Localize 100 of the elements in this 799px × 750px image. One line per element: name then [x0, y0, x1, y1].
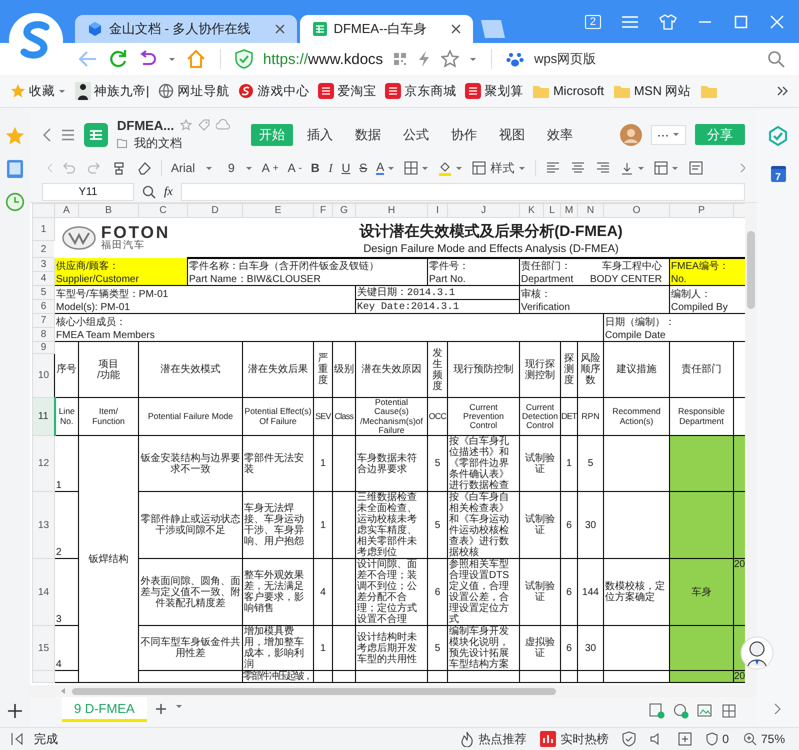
table-cell: 供应商/顾客：: [54, 258, 188, 272]
bookmark[interactable]: Microsoft: [532, 84, 604, 98]
table-header: Recommend Action(s): [604, 398, 670, 436]
column-letter[interactable]: H: [356, 204, 428, 218]
table-cell: 1: [560, 436, 578, 492]
column-letter[interactable]: J: [448, 204, 520, 218]
font-color-button[interactable]: A: [376, 161, 396, 175]
row-number[interactable]: 4: [32, 272, 54, 286]
table-header: 项目 /功能: [78, 342, 138, 398]
bold-button[interactable]: B: [310, 161, 320, 175]
underline-button[interactable]: U: [342, 161, 350, 175]
calendar-icon[interactable]: 7: [770, 166, 786, 182]
table-cell: 按《白车身自相关检查表》和《车身运动件运动校核检查表》进行数据校核: [448, 492, 520, 559]
trending-link[interactable]: 实时热榜: [540, 730, 608, 748]
table-cell: 1: [54, 436, 78, 492]
zoom-level[interactable]: 75%: [742, 732, 785, 746]
table-cell: 6: [560, 558, 578, 626]
document-title: DFMEA...: [117, 118, 174, 132]
row-number[interactable]: 6: [32, 300, 54, 314]
table-cell: 外表面间隙、圆角、面差与定义值不一致、附件装配孔精度差: [138, 558, 242, 626]
bookmark[interactable]: 爱淘宝: [318, 82, 376, 100]
table-header: 潜在失效后果: [242, 342, 314, 398]
table-header: 风险顺序数: [578, 342, 604, 398]
row-number[interactable]: 7: [32, 314, 54, 328]
row-number[interactable]: 9: [32, 342, 54, 354]
bookmark[interactable]: 京东商城: [385, 82, 456, 100]
menu-tab[interactable]: 效率: [539, 124, 582, 146]
hot-topics-link[interactable]: 热点推荐: [460, 730, 526, 748]
table-cell: No.: [670, 272, 745, 286]
url-field[interactable]: https://www.kdocs: [263, 50, 384, 68]
browser-tab[interactable]: 金山文档 - 多人协作在线: [75, 15, 297, 43]
row-number[interactable]: 5: [32, 286, 54, 300]
table-cell: 设计间隙、面差不合理；装调不到位；公差分配不合理；定位方式设置不合理: [356, 558, 428, 626]
table-cell: 不同车型车身钣金件共用性差: [138, 626, 242, 671]
table-cell: 30: [578, 492, 604, 559]
table-cell: 按《白车身孔位描述书》和《零部件边界条件确认表》进行数据检查: [448, 436, 520, 492]
function-label[interactable]: fx: [164, 184, 173, 199]
column-letter[interactable]: P: [670, 204, 734, 218]
column-letter[interactable]: B: [78, 204, 138, 218]
table-header: OCC: [428, 398, 448, 436]
table-cell: 参照相关车型合理设置DTS定义值，合理设置公差，合理设置定位方式: [448, 558, 520, 626]
column-letter[interactable]: K: [520, 204, 544, 218]
column-letter[interactable]: L: [544, 204, 560, 218]
row-number[interactable]: 3: [32, 258, 54, 272]
column-letter[interactable]: I: [428, 204, 448, 218]
more-button[interactable]: ···: [651, 124, 686, 144]
bookmark[interactable]: 网址导航: [158, 82, 230, 100]
column-letter[interactable]: F: [314, 204, 332, 218]
table-header: Current Detection Control: [520, 398, 560, 436]
bookmark[interactable]: 游戏中心: [238, 82, 310, 100]
table-cell: 5: [578, 436, 604, 492]
table-cell: 1: [314, 436, 332, 492]
bookmark[interactable]: 神族九帝|: [75, 82, 150, 100]
blocked-count[interactable]: 0: [706, 732, 729, 746]
row-number[interactable]: 10: [32, 354, 54, 398]
row-number[interactable]: 12: [32, 436, 54, 492]
column-letter[interactable]: O: [604, 204, 670, 218]
italic-button[interactable]: I: [328, 160, 333, 176]
table-cell: 编制车身开发模块化说明，预先设计拓展车型结构方案: [448, 626, 520, 671]
table-header: Line No.: [54, 398, 78, 436]
column-letter[interactable]: E: [242, 204, 314, 218]
bookmark[interactable]: 收藏: [10, 82, 66, 100]
name-box[interactable]: Y11: [42, 182, 134, 200]
row-number[interactable]: 11: [32, 398, 54, 436]
column-letter[interactable]: G: [332, 204, 356, 218]
table-cell: 关键日期：2014.3.1: [356, 286, 520, 300]
table-cell: 6: [560, 626, 578, 671]
folder-link[interactable]: 我的文档: [134, 134, 182, 152]
row-number[interactable]: 14: [32, 558, 54, 626]
bookmark[interactable]: 聚划算: [465, 82, 524, 100]
column-letter[interactable]: C: [138, 204, 188, 218]
table-cell: 试制验证: [520, 492, 560, 559]
row-number[interactable]: 13: [32, 492, 54, 559]
table-cell: 6: [428, 558, 448, 626]
table-cell: Verification: [520, 300, 670, 314]
column-letter[interactable]: M: [560, 204, 578, 218]
menu-tab[interactable]: 协作: [443, 124, 486, 146]
column-letter[interactable]: A: [54, 204, 78, 218]
column-letter[interactable]: D: [188, 204, 242, 218]
menu-tab[interactable]: 插入: [299, 124, 342, 146]
search-field[interactable]: wps网页版: [534, 50, 757, 68]
strike-button[interactable]: S: [359, 161, 368, 175]
table-cell: 车身无法焊接、车身运动干涉、车身异响、用户抱怨: [242, 492, 314, 559]
bookmark[interactable]: MSN 网站: [612, 82, 692, 100]
font-dropdown[interactable]: Arial: [171, 161, 214, 175]
browser-tab[interactable]: DFMEA--白车身: [300, 15, 473, 43]
table-cell: 零件名称：白车身（含开闭件钣金及钗链）: [188, 258, 428, 272]
table-cell: 零部件无法安装: [242, 436, 314, 492]
row-number[interactable]: 1: [32, 218, 54, 240]
table-cell: 1: [314, 492, 332, 559]
table-header: DET: [560, 398, 578, 436]
menu-tab[interactable]: 数据: [347, 124, 390, 146]
row-number[interactable]: 2: [32, 240, 54, 258]
menu-tab[interactable]: 视图: [491, 124, 534, 146]
row-number[interactable]: 8: [32, 328, 54, 342]
menu-tab[interactable]: 公式: [395, 124, 438, 146]
row-number[interactable]: 15: [32, 626, 54, 671]
styles-button[interactable]: 样式: [472, 160, 526, 176]
font-size-dropdown[interactable]: 9: [228, 161, 253, 175]
column-letter[interactable]: N: [578, 204, 604, 218]
